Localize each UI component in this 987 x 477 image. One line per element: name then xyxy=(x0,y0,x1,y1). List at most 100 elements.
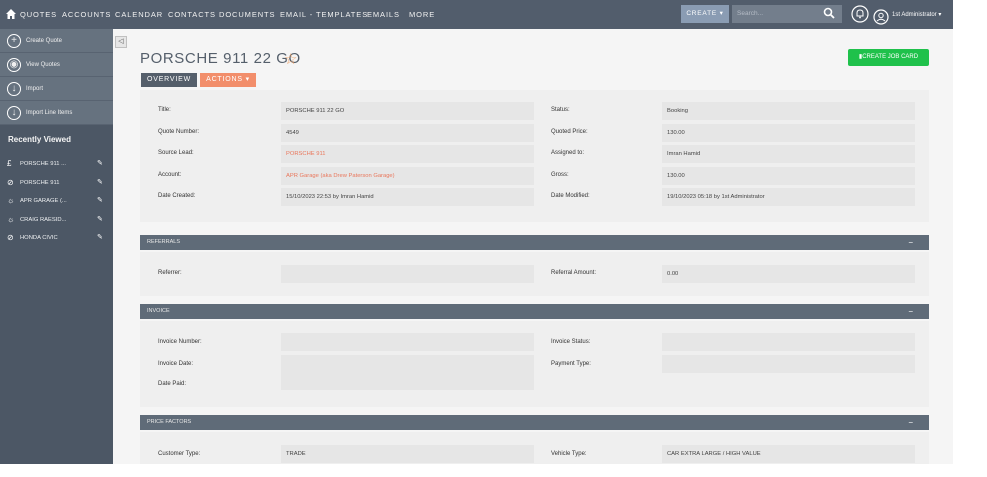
actions-dropdown[interactable]: ACTIONS ▾ xyxy=(200,73,256,87)
recent-item-label: HONDA CIVIC xyxy=(20,235,58,241)
date-created-value: 15/10/2023 22:53 by Imran Hamid xyxy=(281,188,534,206)
favorite-star-icon[interactable]: ☆ xyxy=(284,50,297,68)
customer-type-value: TRADE xyxy=(281,445,534,463)
recently-viewed-title: Recently Viewed xyxy=(8,135,71,144)
user-menu[interactable]: 1st Administrator ▾ xyxy=(892,11,941,18)
recent-item-porsche-quote[interactable]: £ PORSCHE 911 ... ✎ xyxy=(0,155,113,174)
pencil-icon[interactable]: ✎ xyxy=(97,155,103,173)
sidebar-action-import-line-items[interactable]: ↓ Import Line Items xyxy=(0,101,113,125)
recent-item-label: PORSCHE 911 ... xyxy=(20,161,66,167)
nav-quotes[interactable]: QUOTES xyxy=(20,10,57,19)
nav-accounts[interactable]: ACCOUNTS xyxy=(62,10,111,19)
sidebar-action-create-quote[interactable]: + Create Quote xyxy=(0,29,113,53)
account-label: Account: xyxy=(158,172,182,178)
create-job-card-label: CREATE JOB CARD xyxy=(862,54,919,60)
account-icon: ☼ xyxy=(7,214,15,224)
date-modified-label: Date Modified: xyxy=(551,193,590,199)
vehicle-type-value: CAR EXTRA LARGE / HIGH VALUE xyxy=(662,445,915,463)
vehicle-type-label: Vehicle Type: xyxy=(551,451,587,457)
sidebar-action-label: Create Quote xyxy=(26,38,63,44)
nav-more[interactable]: MORE xyxy=(409,10,435,19)
user-avatar-icon[interactable] xyxy=(873,9,889,25)
status-value: Booking xyxy=(662,102,915,120)
nav-email-templates[interactable]: EMAIL - TEMPLATES xyxy=(280,10,368,19)
collapse-minus-icon[interactable]: − xyxy=(908,304,913,319)
sidebar-action-view-quotes[interactable]: ◉ View Quotes xyxy=(0,53,113,77)
date-paid-label: Date Paid: xyxy=(158,381,187,387)
pencil-icon[interactable]: ✎ xyxy=(97,192,103,210)
invoice-header[interactable]: INVOICE − xyxy=(140,304,929,319)
gross-value: 130.00 xyxy=(662,167,915,185)
referrals-title: REFERRALS xyxy=(147,239,181,245)
price-factors-header[interactable]: PRICE FACTORS − xyxy=(140,415,929,430)
quoted-price-value: 130.00 xyxy=(662,124,915,142)
payment-type-label: Payment Type: xyxy=(551,361,591,367)
quote-number-value: 4549 xyxy=(281,124,534,142)
nav-calendar[interactable]: CALENDAR xyxy=(115,10,163,19)
plus-icon: + xyxy=(7,34,21,48)
sidebar-action-label: View Quotes xyxy=(26,62,60,68)
sidebar: + Create Quote ◉ View Quotes ↓ Import ↓ … xyxy=(0,29,113,464)
recent-item-honda-civic[interactable]: ⊘ HONDA CIVIC ✎ xyxy=(0,229,113,248)
sidebar-action-label: Import Line Items xyxy=(26,110,73,116)
collapse-minus-icon[interactable]: − xyxy=(908,235,913,250)
pencil-icon[interactable]: ✎ xyxy=(97,229,103,247)
invoice-number-label: Invoice Number: xyxy=(158,339,202,345)
gross-label: Gross: xyxy=(551,172,569,178)
eye-icon: ◉ xyxy=(7,58,21,72)
sidebar-action-import[interactable]: ↓ Import xyxy=(0,77,113,101)
date-modified-value: 19/10/2023 05:18 by 1st Administrator xyxy=(662,188,915,206)
invoice-status-value xyxy=(662,333,915,351)
recent-item-craig[interactable]: ☼ CRAIG RAESID... ✎ xyxy=(0,211,113,230)
invoice-date-label: Invoice Date: xyxy=(158,361,194,367)
title-value: PORSCHE 911 22 GO xyxy=(281,102,534,120)
title-label: Title: xyxy=(158,107,171,113)
collapse-sidebar-icon[interactable]: ◁ xyxy=(115,36,127,48)
invoice-title: INVOICE xyxy=(147,308,170,314)
nav-emails[interactable]: EMAILS xyxy=(367,10,400,19)
pencil-icon[interactable]: ✎ xyxy=(97,211,103,229)
source-lead-link[interactable]: PORSCHE 911 xyxy=(281,145,534,163)
create-button[interactable]: CREATE ▾ xyxy=(681,5,729,23)
referrer-value xyxy=(281,265,534,283)
invoice-number-value xyxy=(281,333,534,351)
vehicle-icon: ⊘ xyxy=(7,233,14,242)
recent-item-label: CRAIG RAESID... xyxy=(20,216,67,223)
pencil-icon[interactable]: ✎ xyxy=(97,174,103,192)
nav-contacts[interactable]: CONTACTS xyxy=(168,10,216,19)
price-factors-title: PRICE FACTORS xyxy=(147,419,192,425)
recent-item-apr-garage[interactable]: ☼ APR GARAGE (... ✎ xyxy=(0,192,113,211)
top-nav: QUOTES ACCOUNTS CALENDAR CONTACTS DOCUME… xyxy=(0,0,953,29)
referrer-label: Referrer: xyxy=(158,270,182,276)
recent-item-label: APR GARAGE (... xyxy=(20,198,67,204)
search-icon[interactable] xyxy=(823,7,835,19)
quoted-price-label: Quoted Price: xyxy=(551,129,588,135)
invoice-date-value xyxy=(281,355,534,390)
tab-overview[interactable]: OVERVIEW xyxy=(141,73,197,87)
app-window: QUOTES ACCOUNTS CALENDAR CONTACTS DOCUME… xyxy=(0,0,953,464)
nav-documents[interactable]: DOCUMENTS xyxy=(219,10,275,19)
page-title: PORSCHE 911 22 GO xyxy=(140,50,301,67)
date-created-label: Date Created: xyxy=(158,193,196,199)
assigned-to-value: Imran Hamid xyxy=(662,145,915,163)
status-label: Status: xyxy=(551,107,570,113)
notification-bell-icon[interactable] xyxy=(851,5,869,23)
account-icon: ☼ xyxy=(7,196,15,205)
referral-amount-label: Referral Amount: xyxy=(551,270,597,276)
download-icon: ↓ xyxy=(7,82,21,96)
account-link[interactable]: APR Garage (aka Drew Paterson Garage) xyxy=(281,167,534,185)
payment-type-value xyxy=(662,355,915,373)
referral-amount-value: 0.00 xyxy=(662,265,915,283)
pound-icon: £ xyxy=(7,159,12,168)
recent-item-porsche[interactable]: ⊘ PORSCHE 911 ✎ xyxy=(0,174,113,193)
invoice-status-label: Invoice Status: xyxy=(551,339,591,345)
home-icon[interactable] xyxy=(5,8,17,20)
referrals-header[interactable]: REFERRALS − xyxy=(140,235,929,250)
sidebar-action-label: Import xyxy=(26,86,44,92)
assigned-to-label: Assigned to: xyxy=(551,150,585,156)
collapse-minus-icon[interactable]: − xyxy=(908,415,913,430)
source-lead-label: Source Lead: xyxy=(158,150,194,156)
download-icon: ↓ xyxy=(7,106,21,120)
create-job-card-button[interactable]: ▮CREATE JOB CARD xyxy=(848,49,929,66)
vehicle-icon: ⊘ xyxy=(7,177,14,187)
